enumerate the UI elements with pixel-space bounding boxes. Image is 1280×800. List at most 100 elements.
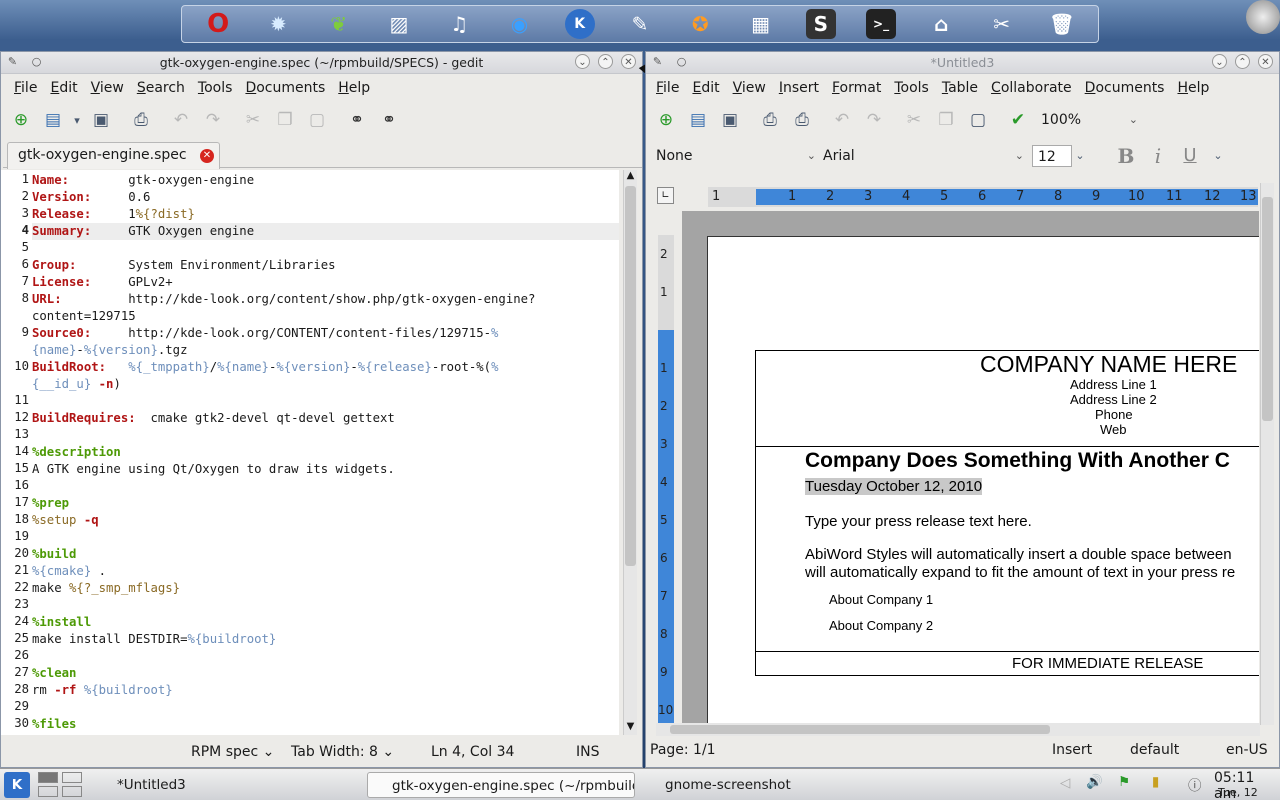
font-selector[interactable]: Arial ⌄	[818, 145, 1026, 167]
cut-icon[interactable]: ✂	[900, 106, 928, 134]
music-note-icon[interactable]: ♫	[444, 9, 474, 39]
maximize-icon[interactable]: ⌃	[598, 54, 613, 69]
network-icon[interactable]: ⚑	[1118, 774, 1130, 790]
underline-icon[interactable]: U	[1176, 142, 1204, 170]
taskbar-item-abiword[interactable]: *Untitled3	[93, 772, 363, 798]
script-icon[interactable]: S	[805, 9, 836, 39]
chevron-down-icon[interactable]: ⌄	[1072, 142, 1088, 170]
menu-format[interactable]: Format	[827, 80, 889, 96]
taskbar-item-gedit[interactable]: gtk-oxygen-engine.spec (~/rpmbuild/S	[367, 772, 635, 798]
find-icon[interactable]: ⚭	[343, 106, 371, 134]
home-folder-icon[interactable]: ⌂	[926, 9, 956, 39]
scrollbar-thumb[interactable]	[625, 186, 636, 566]
font-size-field[interactable]: 12	[1032, 144, 1072, 167]
media-player-icon[interactable]: ◉	[504, 9, 534, 39]
text-editor[interactable]: 1 Name: gtk-oxygen-engine 2 Version: 0.6 3 Re…	[9, 170, 619, 735]
chevron-down-icon[interactable]: ▾	[71, 106, 83, 134]
chevron-down-icon[interactable]: ⌄	[1208, 142, 1228, 170]
copy-icon[interactable]: ❐	[932, 106, 960, 134]
paste-icon[interactable]: ▢	[964, 106, 992, 134]
open-icon[interactable]: ▤	[684, 106, 712, 134]
new-document-icon[interactable]: ⊕	[652, 106, 680, 134]
print-icon[interactable]: ⎙	[127, 106, 155, 134]
copy-icon[interactable]: ❐	[271, 106, 299, 134]
opera-icon[interactable]: O	[203, 9, 233, 39]
open-icon[interactable]: ▤	[39, 106, 67, 134]
menu-file[interactable]: File	[9, 80, 45, 96]
menu-documents[interactable]: Documents	[240, 80, 333, 96]
zoom-selector[interactable]: 100% ⌄	[1036, 109, 1140, 131]
print-preview-icon[interactable]: ⎙	[756, 106, 784, 134]
trash-corner-icon[interactable]	[1246, 0, 1280, 34]
style-selector[interactable]: None ⌄	[651, 145, 818, 167]
cut-icon[interactable]: ✂	[239, 106, 267, 134]
tab-stop-icon[interactable]: ∟	[657, 187, 674, 204]
minimize-icon[interactable]: ⌄	[1212, 54, 1227, 69]
redo-icon[interactable]: ↷	[860, 106, 888, 134]
cursor-position: Ln 4, Col 34	[431, 744, 515, 760]
document-tab[interactable]: gtk-oxygen-engine.spec ✕	[7, 142, 220, 169]
leaf-icon[interactable]: ❦	[324, 9, 354, 39]
bold-icon[interactable]: B	[1112, 142, 1140, 170]
taskbar-item-screenshot[interactable]: gnome-screenshot	[641, 772, 901, 798]
abiword-titlebar[interactable]: ✎ ○ *Untitled3 ⌄ ⌃ ✕	[646, 52, 1279, 74]
undo-icon[interactable]: ↶	[167, 106, 195, 134]
battery-icon[interactable]: ▮	[1152, 774, 1159, 790]
trash-icon[interactable]: 🗑	[1047, 9, 1077, 39]
menu-documents[interactable]: Documents	[1080, 80, 1173, 96]
volume-icon[interactable]: 🔊	[1086, 774, 1103, 790]
minimize-icon[interactable]: ⌄	[575, 54, 590, 69]
menu-edit[interactable]: Edit	[687, 80, 727, 96]
arrow-icon[interactable]: ◁	[1060, 775, 1070, 791]
save-icon[interactable]: ▣	[716, 106, 744, 134]
menu-help[interactable]: Help	[1172, 80, 1217, 96]
system-settings-icon[interactable]: ✹	[263, 9, 293, 39]
document-page[interactable]: COMPANY NAME HERE Address Line 1 Address…	[707, 236, 1259, 724]
maximize-icon[interactable]: ⌃	[1235, 54, 1250, 69]
menu-collaborate[interactable]: Collaborate	[986, 80, 1080, 96]
terminal-icon[interactable]: >_	[866, 9, 897, 39]
pager[interactable]	[36, 771, 84, 799]
editor-vertical-scrollbar[interactable]: ▲ ▼	[623, 170, 637, 735]
tab-width-selector[interactable]: Tab Width: 8 ⌄	[291, 744, 394, 760]
paste-icon[interactable]: ▢	[303, 106, 331, 134]
pen-icon[interactable]: ✎	[625, 9, 655, 39]
kde-menu-icon[interactable]: K	[4, 772, 30, 798]
language-selector[interactable]: RPM spec ⌄	[191, 744, 274, 760]
firebug-icon[interactable]: ✪	[685, 9, 715, 39]
image-icon[interactable]: ▨	[384, 9, 414, 39]
clock-date[interactable]: Tue, 12 Oct	[1218, 786, 1280, 800]
calculator-icon[interactable]: ▦	[746, 9, 776, 39]
vertical-ruler[interactable]: 2 1 1 2 3 4 5 6 7 8 9 10	[658, 235, 674, 735]
redo-icon[interactable]: ↷	[199, 106, 227, 134]
menu-insert[interactable]: Insert	[774, 80, 827, 96]
menu-table[interactable]: Table	[937, 80, 986, 96]
new-document-icon[interactable]: ⊕	[7, 106, 35, 134]
scrollbar-thumb[interactable]	[1262, 197, 1273, 421]
spellcheck-icon[interactable]: ✔	[1004, 106, 1032, 134]
print-icon[interactable]: ⎙	[788, 106, 816, 134]
menu-edit[interactable]: Edit	[45, 80, 85, 96]
menu-search[interactable]: Search	[132, 80, 193, 96]
undo-icon[interactable]: ↶	[828, 106, 856, 134]
close-icon[interactable]: ✕	[1258, 54, 1273, 69]
find-replace-icon[interactable]: ⚭	[375, 106, 403, 134]
tools-icon[interactable]: ✂	[987, 9, 1017, 39]
menu-view[interactable]: View	[728, 80, 774, 96]
menu-view[interactable]: View	[86, 80, 132, 96]
document-vertical-scrollbar[interactable]	[1260, 183, 1274, 725]
save-icon[interactable]: ▣	[87, 106, 115, 134]
menu-file[interactable]: File	[651, 80, 687, 96]
info-icon[interactable]: ⓘ	[1188, 774, 1202, 794]
menu-help[interactable]: Help	[333, 80, 378, 96]
menu-tools[interactable]: Tools	[193, 80, 241, 96]
menu-tools[interactable]: Tools	[889, 80, 937, 96]
scroll-up-icon[interactable]: ▲	[624, 170, 637, 184]
close-tab-icon[interactable]: ✕	[200, 149, 214, 163]
gedit-titlebar[interactable]: ✎ ○ gtk-oxygen-engine.spec (~/rpmbuild/S…	[1, 52, 642, 74]
kde-icon[interactable]: K	[564, 9, 595, 39]
horizontal-ruler[interactable]: 1 1 2 3 4 5 6 7 8 9 10 11 12 13	[708, 187, 1258, 207]
italic-icon[interactable]: i	[1144, 142, 1172, 170]
scroll-down-icon[interactable]: ▼	[624, 721, 637, 735]
close-icon[interactable]: ✕	[621, 54, 636, 69]
